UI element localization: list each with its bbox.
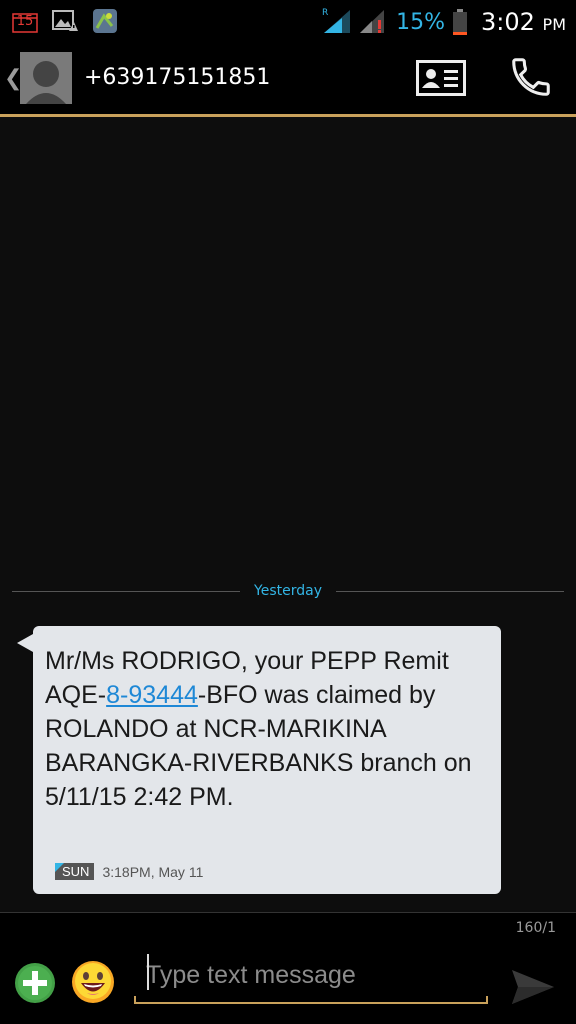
- contact-number: +639175151851: [84, 65, 271, 90]
- svg-text:R: R: [322, 8, 328, 18]
- emoji-button[interactable]: [71, 960, 115, 1004]
- date-divider-label: Yesterday: [254, 583, 322, 599]
- signal-roaming-icon: R: [320, 6, 354, 38]
- clock: 3:02 PM: [481, 8, 566, 36]
- battery-icon: [453, 9, 467, 35]
- message-text: Mr/Ms RODRIGO, your PEPP Remit AQE-8-934…: [45, 647, 472, 811]
- status-bar: 15 R 15% 3:02 PM: [0, 0, 576, 40]
- clock-time: 3:02: [481, 8, 535, 36]
- message-meta: SUN 3:18PM, May 11: [55, 863, 203, 880]
- text-cursor: [147, 954, 149, 990]
- phone-number-link[interactable]: 8-93444: [106, 681, 198, 709]
- plus-icon: [15, 963, 55, 1003]
- calendar-day: 15: [16, 14, 34, 29]
- action-bar: ❮ +639175151851: [0, 40, 576, 116]
- send-icon: [512, 970, 554, 1004]
- message-input-wrapper[interactable]: [134, 948, 488, 1010]
- contact-avatar[interactable]: [20, 52, 72, 104]
- char-counter: 160/1: [515, 920, 556, 936]
- date-divider: Yesterday: [12, 579, 564, 603]
- compose-bar: 160/1: [0, 912, 576, 1024]
- message-bubble-tail: [17, 634, 33, 652]
- message-bubble[interactable]: Mr/Ms RODRIGO, your PEPP Remit AQE-8-934…: [33, 626, 501, 894]
- signal-icon: [358, 6, 388, 38]
- add-attachment-button[interactable]: [14, 962, 56, 1004]
- sim-badge: SUN: [55, 863, 95, 880]
- clock-ampm: PM: [542, 15, 566, 34]
- conversation-view[interactable]: Yesterday Mr/Ms RODRIGO, your PEPP Remit…: [0, 117, 576, 912]
- contact-card-icon[interactable]: [416, 60, 466, 96]
- smiley-icon: [72, 961, 114, 1003]
- calendar-icon: 15: [12, 12, 38, 34]
- battery-percent: 15%: [396, 9, 445, 35]
- image-warning-icon: [52, 9, 78, 37]
- send-button[interactable]: [508, 962, 558, 1012]
- message-timestamp: 3:18PM, May 11: [102, 863, 204, 880]
- compose-divider: [0, 912, 576, 913]
- message-input[interactable]: [146, 948, 484, 1002]
- input-underline: [134, 996, 488, 1004]
- system-icons: R 15% 3:02 PM: [320, 6, 566, 38]
- app-icon: [92, 8, 118, 38]
- phone-icon[interactable]: [508, 54, 554, 100]
- notification-icons: 15: [12, 8, 118, 38]
